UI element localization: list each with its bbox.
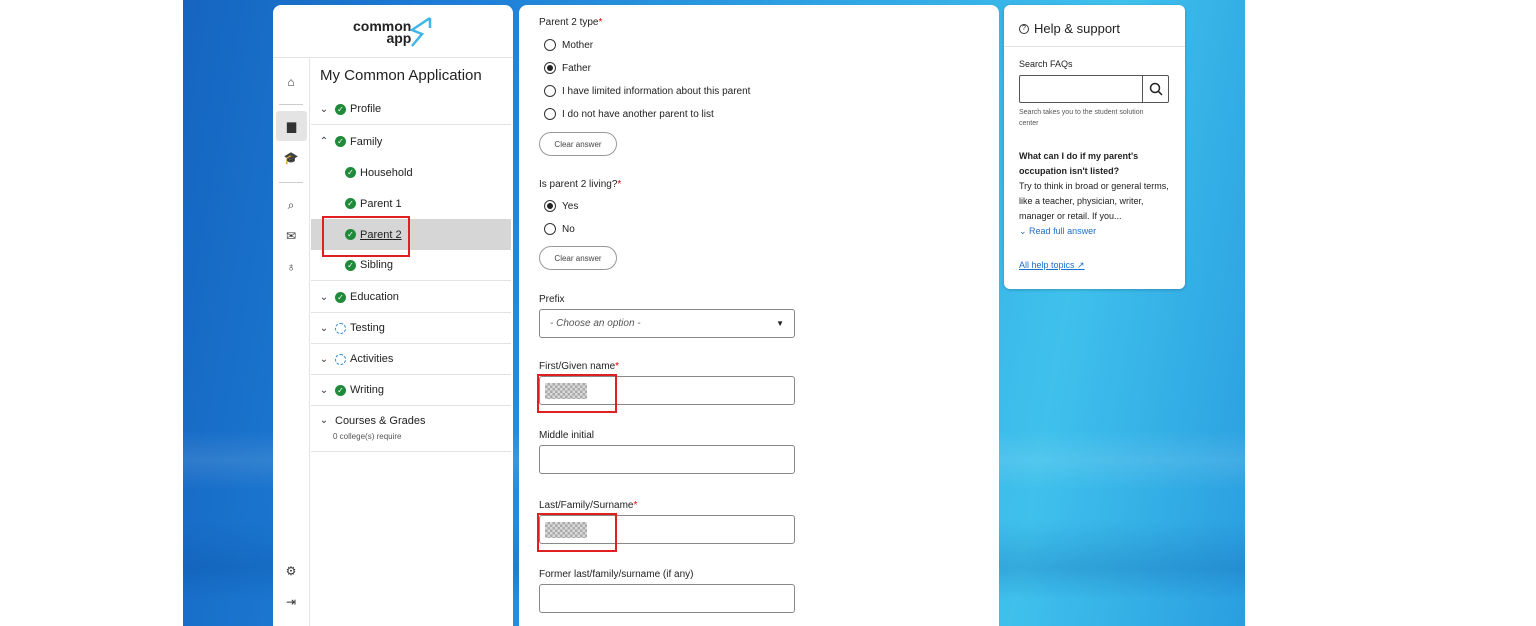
in-progress-icon — [335, 322, 346, 334]
caret-down-icon: ▼ — [776, 319, 784, 328]
section-writing[interactable]: ⌄ ✓ Writing — [311, 375, 511, 406]
complete-check-icon: ✓ — [335, 103, 346, 115]
family-item-household[interactable]: ✓ Household — [311, 157, 511, 188]
prefix-label: Prefix — [539, 294, 565, 305]
section-label: Family — [350, 135, 383, 148]
application-icon[interactable]: ▆ — [276, 111, 307, 141]
chevron-down-icon: ⌄ — [319, 291, 329, 303]
highlight-parent-2 — [322, 216, 410, 257]
settings-icon[interactable]: ⚙ — [277, 557, 305, 585]
radio-father[interactable]: Father — [544, 62, 591, 74]
living-label: Is parent 2 living?* — [539, 179, 622, 190]
parent-type-label: Parent 2 type* — [539, 17, 603, 28]
search-hint: Search takes you to the student solution… — [1019, 109, 1144, 127]
chevron-down-icon: ⌄ — [319, 384, 329, 396]
complete-check-icon: ✓ — [345, 198, 356, 209]
courses-note: 0 college(s) require — [333, 432, 402, 441]
faq-question: What can I do if my parent's occupation … — [1019, 151, 1139, 176]
complete-check-icon: ✓ — [335, 291, 346, 303]
search-button[interactable] — [1142, 76, 1168, 102]
radio-no[interactable]: No — [544, 223, 575, 235]
nav-title: My Common Application — [320, 67, 482, 84]
former-last-name-label: Former last/family/surname (if any) — [539, 569, 694, 580]
chevron-down-icon: ⌄ — [1019, 226, 1030, 236]
home-icon[interactable]: ⌂ — [277, 68, 305, 96]
in-progress-icon — [335, 353, 346, 365]
sign-out-icon[interactable]: ⇥ — [277, 588, 305, 616]
divider — [1004, 46, 1185, 47]
search-icon — [1149, 82, 1163, 96]
icon-rail: ⌂ ▆ 🎓 ⌕ ✉ ♁ ⚙ ⇥ — [273, 58, 310, 626]
section-activities[interactable]: ⌄ Activities — [311, 344, 511, 375]
first-name-label: First/Given name* — [539, 361, 620, 372]
complete-check-icon: ✓ — [335, 384, 346, 396]
family-item-label: Household — [360, 166, 413, 179]
section-education[interactable]: ⌄ ✓ Education — [311, 282, 511, 313]
section-label: Profile — [350, 103, 382, 115]
college-icon[interactable]: 🎓 — [277, 144, 305, 172]
complete-check-icon: ✓ — [345, 259, 356, 271]
help-support-panel: ? Help & support Search FAQs Search takes… — [1004, 5, 1185, 289]
clear-answer-button[interactable]: Clear answer — [539, 246, 617, 270]
section-label: Writing — [350, 384, 385, 396]
rail-divider — [279, 182, 303, 183]
radio-yes[interactable]: Yes — [544, 200, 578, 212]
prefix-select[interactable]: - Choose an option - ▼ — [539, 309, 795, 338]
section-family[interactable]: ⌃ ✓ Family — [311, 126, 511, 157]
faq-search-input[interactable] — [1019, 75, 1169, 103]
radio-no-other-parent[interactable]: I do not have another parent to list — [544, 108, 714, 120]
section-label: Education — [350, 291, 399, 303]
former-last-name-input[interactable] — [539, 584, 795, 613]
section-profile[interactable]: ⌄ ✓ Profile — [311, 94, 511, 125]
faq-answer: Try to think in broad or general terms, … — [1019, 181, 1169, 221]
inbox-icon[interactable]: ✉ — [277, 222, 305, 250]
chevron-down-icon: ⌄ — [319, 103, 329, 115]
rail-divider — [279, 104, 303, 105]
clear-answer-button[interactable]: Clear answer — [539, 132, 617, 156]
family-item-label: Parent 1 — [360, 197, 402, 210]
chevron-down-icon: ⌄ — [319, 322, 329, 334]
financial-aid-icon[interactable]: ♁ — [277, 253, 305, 281]
common-app-logo[interactable]: common app — [273, 5, 513, 58]
chevron-down-icon: ⌄ — [319, 415, 329, 426]
radio-mother[interactable]: Mother — [544, 39, 593, 51]
external-link-icon: ↗ — [1077, 260, 1085, 270]
highlight-last-name — [537, 513, 617, 552]
navigation-panel: common app ⌂ ▆ 🎓 ⌕ ✉ ♁ ⚙ ⇥ My Common App… — [273, 5, 513, 626]
middle-initial-input[interactable] — [539, 445, 795, 474]
read-full-answer-link[interactable]: ⌄ Read full answer — [1019, 226, 1096, 237]
complete-check-icon: ✓ — [335, 136, 346, 147]
section-testing[interactable]: ⌄ Testing — [311, 313, 511, 344]
highlight-first-name — [537, 374, 617, 413]
radio-limited-info[interactable]: I have limited information about this pa… — [544, 85, 750, 97]
help-icon: ? — [1019, 23, 1029, 34]
help-title: ? Help & support — [1019, 21, 1120, 36]
section-label: Courses & Grades — [335, 415, 426, 427]
family-item-label: Sibling — [360, 259, 394, 271]
chevron-down-icon: ⌄ — [319, 353, 329, 365]
section-label: Testing — [350, 322, 385, 334]
search-faqs-label: Search FAQs — [1019, 59, 1073, 69]
complete-check-icon: ✓ — [345, 167, 356, 178]
middle-initial-label: Middle initial — [539, 430, 595, 441]
all-help-topics-link[interactable]: All help topics ↗ — [1019, 260, 1085, 271]
chevron-up-icon: ⌃ — [319, 136, 329, 147]
search-icon[interactable]: ⌕ — [277, 191, 305, 219]
logo-mark-icon — [409, 16, 432, 47]
family-item-parent-1[interactable]: ✓ Parent 1 — [311, 188, 511, 219]
last-name-label: Last/Family/Surname* — [539, 500, 638, 511]
section-label: Activities — [350, 353, 394, 365]
section-courses-grades[interactable]: ⌄ Courses & Grades 0 college(s) require — [311, 406, 511, 452]
